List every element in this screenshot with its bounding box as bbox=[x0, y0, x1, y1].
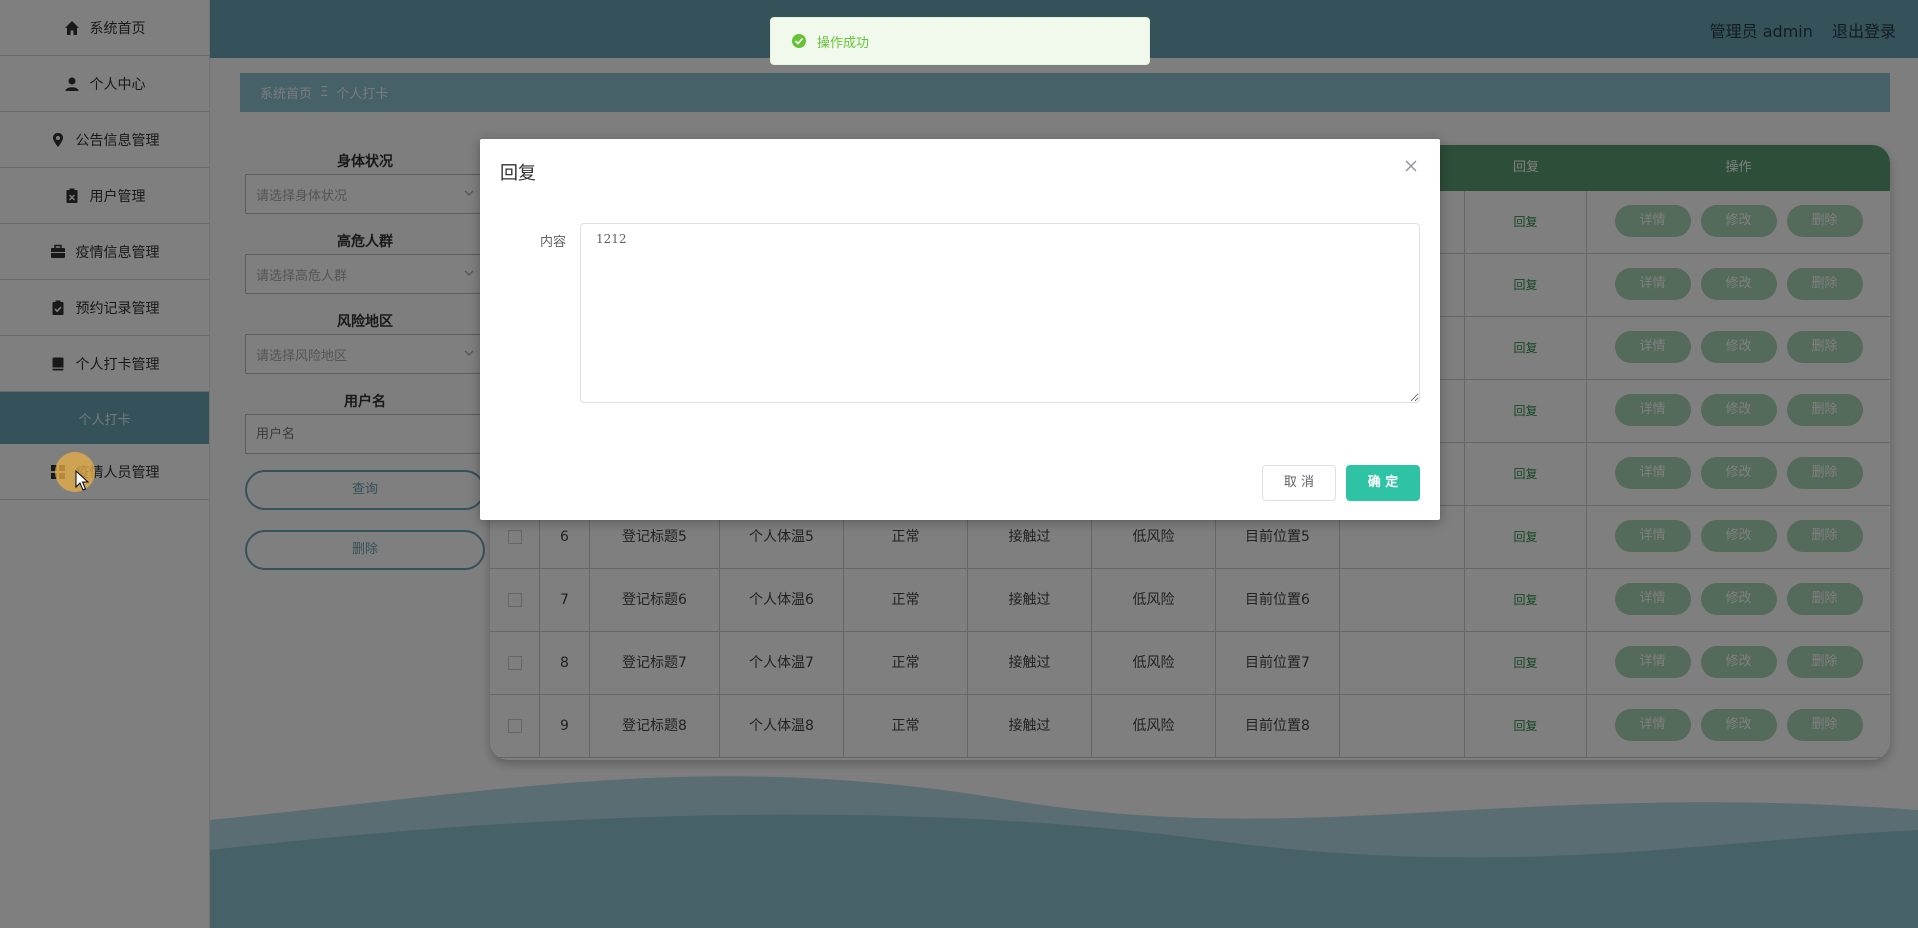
confirm-button[interactable]: 确 定 bbox=[1346, 465, 1420, 501]
cancel-button[interactable]: 取 消 bbox=[1262, 465, 1336, 501]
content-label: 内容 bbox=[540, 235, 567, 250]
success-toast: 操作成功 bbox=[770, 17, 1150, 65]
reply-dialog: 回复 内容 取 消 确 定 bbox=[480, 139, 1440, 520]
close-icon[interactable] bbox=[1402, 157, 1420, 175]
app-root: 系统首页 个人中心 公告信息管理 用户管理 疫情信息管理 bbox=[0, 0, 1918, 928]
content-textarea[interactable] bbox=[580, 223, 1420, 403]
cursor-arrow-icon bbox=[75, 470, 90, 491]
dialog-title: 回复 bbox=[500, 163, 536, 184]
check-circle-icon bbox=[791, 33, 807, 49]
toast-message: 操作成功 bbox=[817, 35, 870, 51]
